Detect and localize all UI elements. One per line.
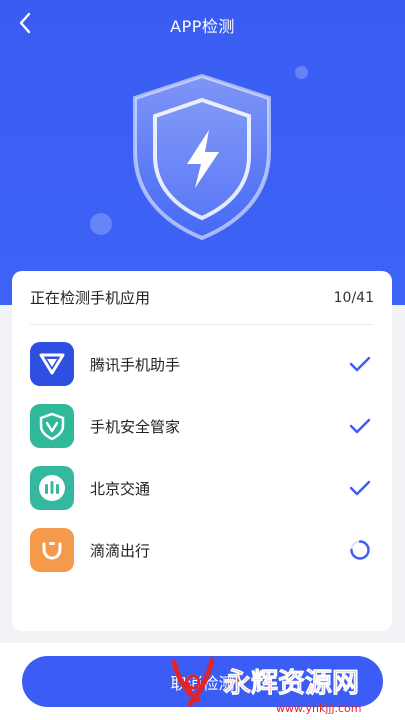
security-shield-icon bbox=[30, 404, 74, 448]
shield-lightning-icon bbox=[125, 70, 280, 245]
scan-progress-count: 10/41 bbox=[333, 289, 374, 306]
list-item: 滴滴出行 bbox=[30, 519, 374, 581]
beijing-transit-icon bbox=[30, 466, 74, 510]
check-icon bbox=[346, 412, 374, 440]
app-list: 腾讯手机助手 手机安全管家 北京交通 滴滴出行 bbox=[30, 333, 374, 581]
card-header: 正在检测手机应用 10/41 bbox=[30, 271, 374, 325]
page-title: APP检测 bbox=[170, 17, 235, 36]
app-name: 手机安全管家 bbox=[90, 417, 181, 436]
scan-card: 正在检测手机应用 10/41 腾讯手机助手 手机安全管家 北京交通 滴滴出行 bbox=[12, 271, 392, 631]
check-icon bbox=[346, 474, 374, 502]
decor-bubble bbox=[295, 66, 308, 79]
app-name: 北京交通 bbox=[90, 479, 151, 498]
scan-title: 正在检测手机应用 bbox=[30, 289, 151, 307]
decor-bubble bbox=[90, 213, 112, 235]
hero-header: APP检测 bbox=[0, 0, 405, 305]
check-icon bbox=[346, 350, 374, 378]
app-name: 腾讯手机助手 bbox=[90, 355, 181, 374]
cancel-scan-button[interactable]: 取消检测 bbox=[22, 656, 383, 707]
list-item: 手机安全管家 bbox=[30, 395, 374, 457]
list-item: 北京交通 bbox=[30, 457, 374, 519]
app-name: 滴滴出行 bbox=[90, 541, 151, 560]
tencent-assistant-icon bbox=[30, 342, 74, 386]
list-item: 腾讯手机助手 bbox=[30, 333, 374, 395]
didi-icon bbox=[30, 528, 74, 572]
loading-spinner-icon bbox=[346, 536, 374, 564]
